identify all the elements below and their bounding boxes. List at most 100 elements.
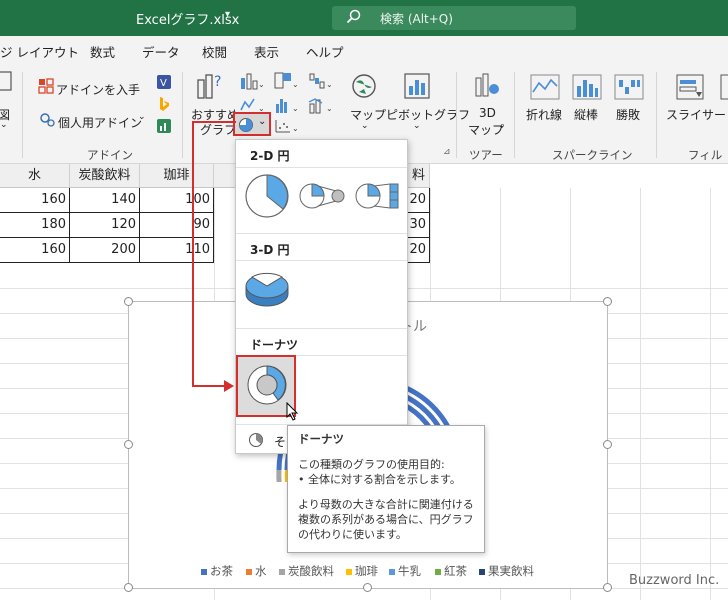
tab-data[interactable]: データ [142,42,180,61]
scatter-chart-icon[interactable]: ⌄ [274,118,298,134]
ribbon-separator [182,72,183,158]
tab-help[interactable]: ヘルプ [306,42,344,61]
waterfall-chart-icon[interactable]: ⌄ [308,72,332,90]
sparkline-winloss-button[interactable]: 勝敗 [616,106,640,123]
section-donut: ドーナツ [236,328,407,356]
pivot-chart-icon[interactable] [403,72,431,100]
recommended-charts-icon[interactable]: ? [196,72,224,100]
table-cell[interactable]: 20 [408,188,430,213]
ribbon-separator [656,72,657,158]
pie-of-pie-option[interactable] [298,180,348,212]
3d-map-label-1[interactable]: 3D [479,106,496,120]
table-cell[interactable]: 160 [0,238,70,263]
resize-handle[interactable] [124,440,133,449]
file-dropdown-icon[interactable]: ▾ [225,9,230,20]
timeline-icon[interactable] [720,74,728,100]
legend-swatch [389,568,395,575]
store-icon[interactable] [38,78,54,94]
legend-label: 珈琲 [355,564,378,578]
legend-item[interactable]: 牛乳 [389,563,421,579]
tab-formulas[interactable]: 数式 [90,42,115,61]
annotation-arrow [192,121,236,392]
table-cell[interactable]: 180 [0,213,70,238]
table-cell[interactable]: 30 [408,213,430,238]
resize-handle[interactable] [603,583,612,592]
table-cell[interactable]: 160 [0,188,70,213]
legend-item[interactable]: 紅茶 [435,563,467,579]
tab-review[interactable]: 校閲 [202,42,227,61]
legend-item[interactable]: 炭酸飲料 [279,563,334,579]
pie-2d-option[interactable] [242,172,292,220]
slicer-icon[interactable] [676,74,704,100]
pivot-chart-button[interactable]: ピボットグラフ [386,106,470,123]
slicer-button[interactable]: スライサー [666,106,726,123]
menu-bar: ジ レイアウト 数式 データ 校閲 表示 ヘルプ [0,36,728,64]
ribbon-separator [456,72,457,158]
sparkline-winloss-icon[interactable] [614,74,644,100]
sparkline-column-button[interactable]: 縦棒 [574,106,598,123]
table-header[interactable]: 料 [408,164,430,188]
3d-map-chevron-icon[interactable]: ⌄ [498,121,506,131]
pie-chart-chevron-icon: ⌄ [258,116,267,127]
legend-swatch [479,568,485,575]
resize-handle[interactable] [124,583,133,592]
resize-handle[interactable] [603,440,612,449]
legend-item[interactable]: お茶 [201,563,233,579]
column-chart-icon[interactable]: ⌄ [240,72,264,90]
illustration-icon[interactable] [0,70,16,92]
tooltip-line: の代わりに使います。 [298,528,407,541]
table-cell[interactable]: 20 [408,238,430,263]
bing-icon[interactable] [156,96,172,112]
ribbon-separator [514,72,515,158]
map-icon[interactable] [350,72,378,100]
sparkline-line-button[interactable]: 折れ線 [526,106,562,123]
pie-3d-option[interactable] [242,268,292,310]
chart-dialog-launcher-icon[interactable]: ⊿ [443,147,451,157]
my-addins-button[interactable]: 個人用アドイン [58,114,142,131]
file-name[interactable]: Excelグラフ.xlsx [136,9,239,28]
search-box[interactable]: 検索 (Alt+Q) [332,6,576,30]
visio-icon[interactable]: V [156,74,172,90]
bar-of-pie-option[interactable] [354,180,404,212]
watermark: Buzzword Inc. [629,573,720,588]
map-chevron-icon[interactable]: ⌄ [361,121,369,131]
legend-item[interactable]: 水 [246,563,267,579]
my-addins-icon[interactable] [38,112,56,128]
svg-text:V: V [160,78,167,89]
tooltip-line: • 全体に対する割合を示します。 [298,473,461,486]
3d-map-icon[interactable] [473,72,501,100]
pivot-chart-chevron-icon[interactable]: ⌄ [413,121,421,131]
tooltip-line: この種類のグラフの使用目的: [298,458,445,471]
resize-handle[interactable] [603,297,612,306]
svg-text:?: ? [214,74,221,90]
legend-item[interactable]: 果実飲料 [479,563,534,579]
legend-label: 紅茶 [444,564,467,578]
resize-handle[interactable] [124,297,133,306]
table-header[interactable]: 水 [0,164,70,188]
statistic-chart-icon[interactable]: ⌄ [274,96,298,114]
legend-swatch [346,568,352,575]
section-3d-pie: 3-D 円 [236,233,407,261]
get-addins-button[interactable]: アドインを入手 [56,81,140,98]
sparkline-column-icon[interactable] [572,74,602,100]
people-graph-icon[interactable] [156,118,172,134]
table-header[interactable]: 炭酸飲料 [70,164,140,188]
resize-handle[interactable] [363,583,372,592]
legend-swatch [246,568,252,575]
legend-label: 水 [255,564,267,578]
table-cell[interactable]: 200 [70,238,140,263]
table-cell[interactable]: 120 [70,213,140,238]
tab-view[interactable]: 表示 [254,42,279,61]
tab-page-layout[interactable]: ジ レイアウト [0,42,79,61]
combo-chart-icon[interactable]: ⌄ [308,96,332,114]
my-addins-chevron-icon[interactable]: ⌄ [138,112,146,122]
tour-group-label: ツアー [469,148,503,162]
tooltip-line: より母数の大きな合計に関連付ける [298,498,474,511]
pie-chart-gallery: 2-D 円 3-D 円 ドーナツ その [235,139,408,454]
sparkline-line-icon[interactable] [530,74,560,100]
legend-item[interactable]: 珈琲 [346,563,378,579]
ribbon-separator [22,72,23,158]
hierarchy-chart-icon[interactable]: ⌄ [274,72,298,90]
table-cell[interactable]: 140 [70,188,140,213]
illustration-chevron-icon[interactable]: ⌄ [0,120,8,130]
